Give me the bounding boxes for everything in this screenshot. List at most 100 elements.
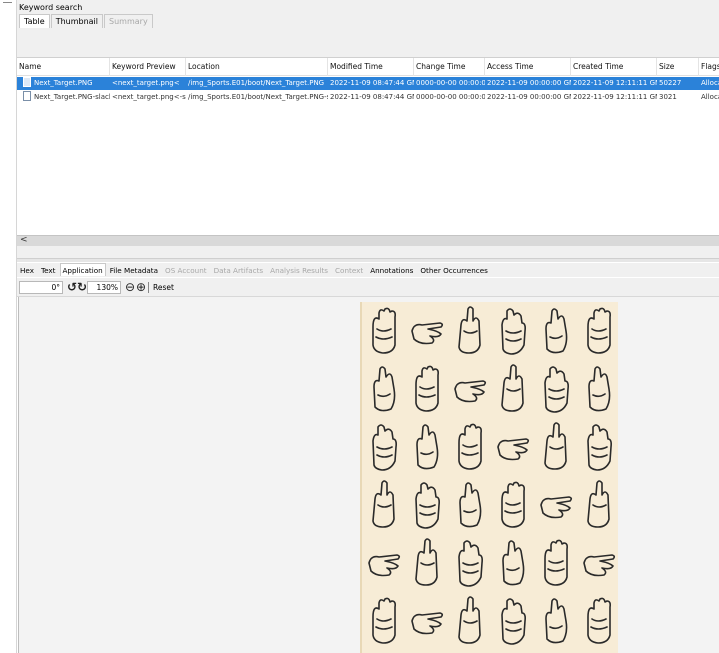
horizontal-scrollbar[interactable]: < xyxy=(17,235,719,246)
hand-sign-drawing xyxy=(415,482,440,529)
collapse-dash[interactable] xyxy=(3,2,12,3)
cell-name-text: Next_Target.PNG-slack xyxy=(34,93,110,101)
cell-flags: Allocat xyxy=(701,79,719,87)
tab-text[interactable]: Text xyxy=(38,263,59,276)
hand-sign-drawing xyxy=(372,597,396,644)
column-header-access-time[interactable]: Access Time xyxy=(485,58,571,76)
hand-sign-drawing xyxy=(545,308,568,354)
column-header-size[interactable]: Size xyxy=(657,58,699,76)
cell-name: Next_Target.PNG-slack xyxy=(21,91,110,104)
hand-sign-drawing xyxy=(411,612,444,635)
hand-sign-drawing xyxy=(458,306,481,354)
tab-table[interactable]: Table xyxy=(19,14,50,28)
tab-analysis-results: Analysis Results xyxy=(270,266,329,275)
column-header-created-time[interactable]: Created Time xyxy=(571,58,657,76)
cell-change-time: 0000-00-00 00:00:00 xyxy=(416,93,485,101)
hand-sign-drawing xyxy=(459,482,482,528)
tab-summary: Summary xyxy=(104,14,153,28)
hand-sign-drawing xyxy=(372,424,397,471)
hand-sign-drawing xyxy=(372,307,396,354)
rotate-right-icon[interactable]: ↻ xyxy=(77,280,87,294)
column-header-keyword-preview[interactable]: Keyword Preview xyxy=(110,58,186,76)
tab-annotations[interactable]: Annotations xyxy=(367,263,416,276)
hand-sign-drawing xyxy=(368,554,401,577)
hand-sign-drawing xyxy=(373,366,396,412)
cell-created-time: 2022-11-09 12:11:11 GMT xyxy=(573,93,657,101)
tab-other-occurrences[interactable]: Other Occurrences xyxy=(417,263,491,276)
scroll-left-icon[interactable]: < xyxy=(20,235,28,245)
hand-sign-drawing xyxy=(415,538,438,586)
hand-sign-drawing xyxy=(416,424,439,470)
hand-sign-drawing xyxy=(587,597,611,644)
hand-sign-drawing xyxy=(454,380,487,403)
tab-file-metadata[interactable]: File Metadata xyxy=(107,263,161,276)
zoom-in-icon[interactable]: ⊕ xyxy=(136,280,146,294)
zoom-out-icon[interactable]: ⊖ xyxy=(125,280,135,294)
cell-modified-time: 2022-11-09 08:47:44 GMT xyxy=(330,93,414,101)
table-row[interactable]: Next_Target.PNG-slack <next_target.png<-… xyxy=(17,91,719,104)
reset-button[interactable]: Reset xyxy=(153,281,174,294)
column-header-change-time[interactable]: Change Time xyxy=(414,58,485,76)
hand-sign-drawing xyxy=(372,480,395,528)
cell-location: /img_Sports.E01/boot/Next_Target.PNG-sla… xyxy=(188,93,328,101)
hand-sign-drawing xyxy=(583,554,616,577)
hand-sign-drawing xyxy=(501,308,526,355)
zoom-field[interactable]: 130% xyxy=(87,281,121,294)
hand-sign-drawing xyxy=(544,366,569,413)
tab-hex[interactable]: Hex xyxy=(17,263,37,276)
rotation-field[interactable]: 0° xyxy=(19,281,63,294)
tab-application[interactable]: Application xyxy=(59,263,106,276)
file-icon xyxy=(23,77,31,87)
cell-keyword-preview: <next_target.png<-slac xyxy=(112,93,186,101)
cell-size: 3021 xyxy=(659,93,677,101)
column-header-modified-time[interactable]: Modified Time xyxy=(328,58,414,76)
hand-sign-drawing xyxy=(587,480,610,528)
hand-sign-drawing xyxy=(502,540,525,586)
file-icon xyxy=(23,91,31,101)
hand-sign-drawing xyxy=(587,307,611,354)
rotate-left-icon[interactable]: ↺ xyxy=(67,280,77,294)
keyword-search-pane: Keyword search Table Thumbnail Summary N… xyxy=(17,0,719,258)
hand-sign-drawing xyxy=(544,422,567,470)
toolbar-separator xyxy=(148,282,149,293)
hand-sign-drawing xyxy=(415,365,439,412)
left-gutter xyxy=(0,0,17,653)
hand-sign-drawing xyxy=(544,539,568,586)
table-header: Name Keyword Preview Location Modified T… xyxy=(17,58,719,76)
tab-os-account: OS Account xyxy=(165,266,207,275)
column-header-name[interactable]: Name xyxy=(17,58,110,76)
column-header-location[interactable]: Location xyxy=(186,58,328,76)
image-viewer xyxy=(18,297,719,653)
cell-keyword-preview: <next_target.png< xyxy=(112,79,180,87)
image-viewer-toolbar: 0° ↺ ↻ 130% ⊖ ⊕ Reset xyxy=(17,278,719,297)
hand-sign-drawing xyxy=(588,366,611,412)
column-header-flags[interactable]: Flags( xyxy=(699,58,719,76)
cell-name: Next_Target.PNG xyxy=(21,77,110,90)
hand-sign-drawing xyxy=(458,540,483,587)
result-view-tabs: Table Thumbnail Summary xyxy=(19,14,154,28)
results-table: Name Keyword Preview Location Modified T… xyxy=(17,57,719,235)
cell-access-time: 2022-11-09 00:00:00 GMT xyxy=(487,79,571,87)
cell-name-text: Next_Target.PNG xyxy=(34,79,93,87)
pane-splitter[interactable] xyxy=(17,258,719,262)
hand-sign-drawing xyxy=(501,481,525,528)
cell-location: /img_Sports.E01/boot/Next_Target.PNG xyxy=(188,79,325,87)
tab-thumbnail[interactable]: Thumbnail xyxy=(50,14,104,28)
hand-sign-drawing xyxy=(497,438,530,461)
cell-flags: Allocat xyxy=(701,93,719,101)
hand-sign-drawing xyxy=(501,364,524,412)
sign-language-image xyxy=(360,302,618,653)
cell-created-time: 2022-11-09 12:11:11 GMT xyxy=(573,79,657,87)
tab-data-artifacts: Data Artifacts xyxy=(213,266,264,275)
cell-access-time: 2022-11-09 00:00:00 GMT xyxy=(487,93,571,101)
tab-context: Context xyxy=(335,266,364,275)
table-row[interactable]: Next_Target.PNG <next_target.png< /img_S… xyxy=(17,77,719,90)
hand-sign-drawing xyxy=(411,322,444,345)
hand-sign-drawing xyxy=(458,596,481,644)
cell-modified-time: 2022-11-09 08:47:44 GMT xyxy=(330,79,414,87)
hand-sign-drawing xyxy=(458,423,482,470)
hand-sign-drawing xyxy=(587,424,612,471)
hand-sign-drawing xyxy=(545,598,568,644)
pane-title: Keyword search xyxy=(19,3,83,12)
hand-sign-drawing xyxy=(501,598,526,645)
